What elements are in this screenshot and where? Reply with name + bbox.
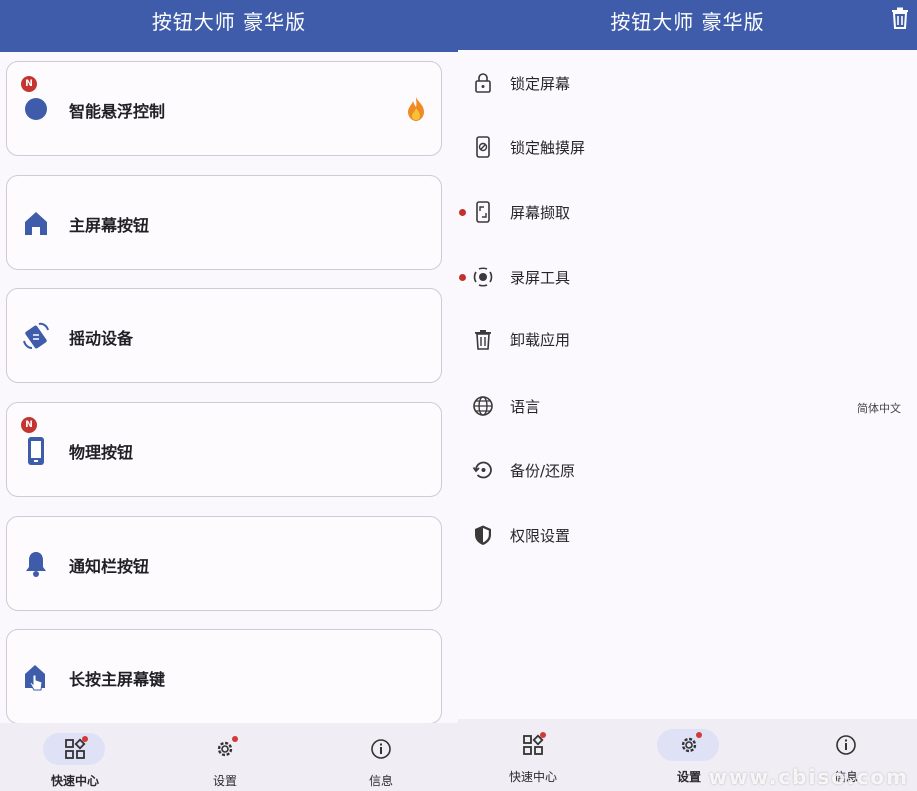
card-label: 长按主屏幕键 [69, 670, 166, 689]
setting-label: 卸载应用 [510, 331, 571, 349]
lock-icon [475, 73, 491, 93]
trash-icon [475, 330, 491, 350]
quick-center-screen: 按钮大师 豪华版 N 智能悬浮控制 主屏幕按钮 摇动设备 N 物理按钮 通知栏按… [0, 0, 458, 791]
settings-screen: 按钮大师 豪华版 锁定屏幕 锁定触摸屏 屏幕撷取 录屏工具 卸载应用 语言 简体… [458, 0, 917, 791]
nav-label: 快速中心 [50, 774, 99, 788]
shake-icon [23, 322, 49, 349]
notification-dot [232, 736, 238, 742]
app-title: 按钮大师 豪华版 [151, 10, 307, 34]
info-icon [371, 739, 391, 759]
card-label: 主屏幕按钮 [69, 216, 150, 235]
setting-backup-restore[interactable]: 备份/还原 [458, 442, 917, 498]
fire-icon [408, 97, 424, 121]
app-bar: 按钮大师 豪华版 [458, 0, 917, 50]
globe-icon [473, 396, 493, 416]
nav-label: 信息 [368, 774, 393, 788]
notification-dot [82, 736, 88, 742]
setting-uninstall[interactable]: 卸载应用 [458, 311, 917, 367]
setting-label: 屏幕撷取 [510, 204, 571, 222]
setting-screen-recorder[interactable]: 录屏工具 [458, 249, 917, 305]
nav-label: 设置 [212, 774, 237, 788]
touch-home-icon [25, 665, 45, 691]
phone-icon [28, 437, 44, 465]
language-value: 简体中文 [857, 402, 901, 415]
shield-icon [475, 525, 491, 545]
trash-icon[interactable] [889, 6, 911, 30]
bottom-navigation: 快速中心 设置 信息 [0, 723, 458, 791]
card-smart-float[interactable]: N 智能悬浮控制 [6, 61, 442, 156]
info-icon [836, 735, 856, 755]
nav-settings[interactable]: 设置 [150, 723, 300, 791]
card-label: 智能悬浮控制 [69, 102, 166, 121]
notification-dot [696, 732, 702, 738]
screenshot-icon [476, 201, 490, 223]
nav-quick-center[interactable]: 快速中心 [458, 719, 608, 787]
card-label: 通知栏按钮 [69, 557, 150, 576]
card-notification-button[interactable]: 通知栏按钮 [6, 516, 442, 611]
home-icon [25, 212, 47, 235]
card-physical-button[interactable]: N 物理按钮 [6, 402, 442, 497]
setting-label: 权限设置 [510, 527, 571, 545]
setting-label: 备份/还原 [510, 462, 576, 480]
app-title: 按钮大师 豪华版 [610, 10, 765, 34]
card-long-press-home[interactable]: 长按主屏幕键 [6, 629, 442, 724]
setting-lock-screen[interactable]: 锁定屏幕 [458, 55, 917, 111]
nav-info[interactable]: 信息 [306, 723, 456, 791]
app-bar: 按钮大师 豪华版 [0, 0, 458, 52]
watermark: www.cbiso.com [708, 765, 909, 789]
nav-quick-center[interactable]: 快速中心 [0, 723, 150, 791]
new-badge: N [21, 76, 37, 92]
setting-lock-touchscreen[interactable]: 锁定触摸屏 [458, 119, 917, 175]
setting-label: 锁定屏幕 [510, 75, 571, 93]
restore-icon [472, 461, 492, 479]
notification-dot [459, 274, 466, 281]
card-shake-device[interactable]: 摇动设备 [6, 288, 442, 383]
bell-icon [26, 552, 46, 577]
card-label: 物理按钮 [69, 443, 134, 462]
notification-dot [540, 732, 546, 738]
setting-screenshot[interactable]: 屏幕撷取 [458, 184, 917, 240]
new-badge: N [21, 417, 37, 433]
circle-icon [25, 98, 47, 120]
setting-label: 录屏工具 [510, 269, 571, 287]
card-home-button[interactable]: 主屏幕按钮 [6, 175, 442, 270]
setting-permissions[interactable]: 权限设置 [458, 507, 917, 563]
setting-label: 锁定触摸屏 [510, 139, 586, 157]
notification-dot [459, 209, 466, 216]
nav-label: 快速中心 [508, 770, 557, 784]
touch-lock-icon [476, 136, 490, 158]
setting-language[interactable]: 语言 简体中文 [458, 378, 917, 434]
card-label: 摇动设备 [69, 329, 134, 348]
record-icon [473, 267, 493, 287]
setting-label: 语言 [510, 398, 541, 416]
